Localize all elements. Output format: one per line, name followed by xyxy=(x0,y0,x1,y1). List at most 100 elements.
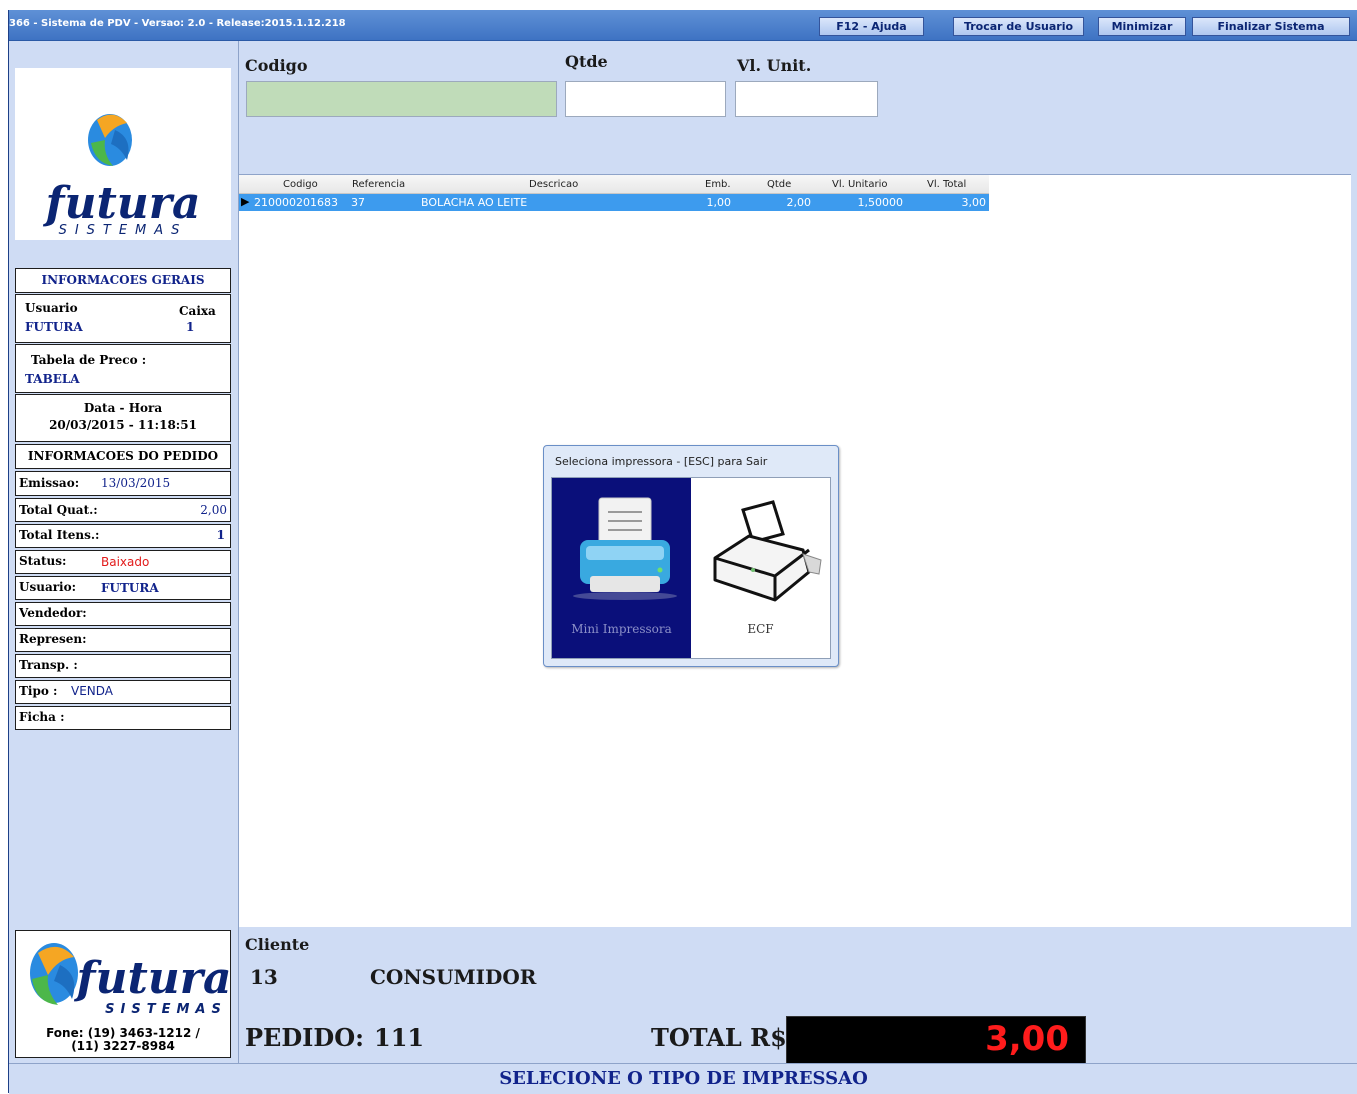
emission-row: Emissao: 13/03/2015 xyxy=(15,471,231,496)
cell-code: 210000201683 xyxy=(254,196,338,209)
order-user-label: Usuario: xyxy=(19,580,77,594)
cell-unit-price: 1,50000 xyxy=(857,196,904,209)
ecf-printer-icon xyxy=(713,500,822,602)
representative-row: Represen: xyxy=(15,628,231,652)
status-label: Status: xyxy=(19,554,67,568)
record-label: Ficha : xyxy=(19,710,65,724)
row-indicator-icon: ▶ xyxy=(241,195,250,208)
exit-system-button[interactable]: Finalizar Sistema xyxy=(1192,17,1350,36)
quantity-input[interactable] xyxy=(565,81,726,117)
mini-printer-label: Mini Impressora xyxy=(571,622,672,636)
type-row: Tipo : VENDA xyxy=(15,680,231,704)
column-header-total[interactable]: Vl. Total xyxy=(927,179,966,190)
total-items-label: Total Itens.: xyxy=(19,528,100,542)
order-info-header: INFORMACOES DO PEDIDO xyxy=(15,444,231,469)
item-entry-panel: Codigo Qtde Vl. Unit. xyxy=(239,41,1357,174)
order-user-value: FUTURA xyxy=(101,581,159,595)
user-box: Usuario FUTURA Caixa 1 xyxy=(15,294,231,343)
logo-wordmark: futura xyxy=(43,178,201,229)
column-header-reference[interactable]: Referencia xyxy=(352,179,405,190)
mini-printer-icon xyxy=(573,497,677,600)
total-quantity-row: Total Quat.: 2,00 xyxy=(15,498,231,522)
price-table-value: TABELA xyxy=(25,372,80,386)
emission-label: Emissao: xyxy=(19,476,80,490)
column-header-code[interactable]: Codigo xyxy=(283,179,318,190)
code-input[interactable] xyxy=(246,81,557,117)
ecf-option[interactable]: ECF xyxy=(691,478,830,658)
seller-label: Vendedor: xyxy=(19,606,87,620)
futura-logo-icon: futura SISTEMAS xyxy=(43,114,201,238)
price-table-label: Tabela de Preco : xyxy=(31,353,147,367)
quantity-label: Qtde xyxy=(565,52,608,71)
price-table-box: Tabela de Preco : TABELA xyxy=(15,344,231,393)
type-label: Tipo : xyxy=(19,684,58,698)
grid-header: Codigo Referencia Descricao Emb. Qtde Vl… xyxy=(239,175,989,194)
total-label: TOTAL R$ xyxy=(651,1023,787,1052)
carrier-row: Transp. : xyxy=(15,654,231,678)
bottom-panel: Cliente 13 CONSUMIDOR PEDIDO: 111 TOTAL … xyxy=(239,927,1357,1066)
order-number: 111 xyxy=(374,1023,425,1052)
cell-total: 3,00 xyxy=(961,196,987,209)
total-quantity-label: Total Quat.: xyxy=(19,503,98,517)
representative-label: Represen: xyxy=(19,632,87,646)
emission-value: 13/03/2015 xyxy=(101,476,171,490)
carrier-label: Transp. : xyxy=(19,658,78,672)
cell-description: BOLACHA AO LEITE xyxy=(421,196,528,209)
record-row: Ficha : xyxy=(15,706,231,730)
datetime-label: Data - Hora xyxy=(83,401,163,415)
window-title: 366 - Sistema de PDV - Versao: 2.0 - Rel… xyxy=(9,18,346,29)
client-name: CONSUMIDOR xyxy=(370,965,537,989)
phone-line-2: (11) 3227-8984 xyxy=(71,1039,175,1053)
unit-price-input[interactable] xyxy=(735,81,878,117)
general-info-header: INFORMACOES GERAIS xyxy=(15,268,231,293)
user-value: FUTURA xyxy=(25,320,83,334)
seller-row: Vendedor: xyxy=(15,602,231,626)
ecf-label: ECF xyxy=(747,622,774,636)
order-user-row: Usuario: FUTURA xyxy=(15,576,231,600)
column-header-packaging[interactable]: Emb. xyxy=(705,179,731,190)
switch-user-button[interactable]: Trocar de Usuario xyxy=(953,17,1084,36)
register-label: Caixa xyxy=(179,304,216,318)
footer-logo-wordmark: futura xyxy=(74,953,230,1004)
type-value: VENDA xyxy=(71,684,114,698)
client-label: Cliente xyxy=(245,935,310,954)
footer-logo-box: futura SISTEMAS Fone: (19) 3463-1212 / (… xyxy=(15,930,231,1058)
minimize-button[interactable]: Minimizar xyxy=(1098,17,1186,36)
client-code: 13 xyxy=(250,965,278,989)
column-header-unit-price[interactable]: Vl. Unitario xyxy=(832,179,887,190)
futura-footer-logo-icon: futura SISTEMAS xyxy=(30,943,230,1017)
help-button[interactable]: F12 - Ajuda xyxy=(819,17,924,36)
unit-price-label: Vl. Unit. xyxy=(737,56,812,75)
company-logo: futura SISTEMAS xyxy=(15,68,231,240)
status-bar: SELECIONE O TIPO DE IMPRESSAO xyxy=(9,1063,1357,1094)
datetime-value: 20/03/2015 - 11:18:51 xyxy=(49,418,197,432)
total-items-value: 1 xyxy=(216,528,225,542)
mini-printer-option[interactable]: Mini Impressora xyxy=(552,478,691,658)
total-display: 3,00 xyxy=(786,1016,1086,1066)
status-row: Status: Baixado xyxy=(15,550,231,574)
user-label: Usuario xyxy=(25,301,78,315)
pdv-window: 366 - Sistema de PDV - Versao: 2.0 - Rel… xyxy=(8,10,1357,1094)
total-quantity-value: 2,00 xyxy=(200,503,227,517)
total-value: 3,00 xyxy=(985,1019,1069,1059)
cell-reference: 37 xyxy=(351,196,365,209)
cell-packaging: 1,00 xyxy=(706,196,732,209)
title-bar: 366 - Sistema de PDV - Versao: 2.0 - Rel… xyxy=(9,10,1357,41)
status-message: SELECIONE O TIPO DE IMPRESSAO xyxy=(499,1068,868,1089)
dialog-title: Seleciona impressora - [ESC] para Sair xyxy=(555,455,768,468)
cell-quantity: 2,00 xyxy=(786,196,812,209)
left-panel: futura SISTEMAS INFORMACOES GERAIS Usuar… xyxy=(9,41,239,1063)
table-row[interactable]: ▶ 210000201683 37 BOLACHA AO LEITE 1,00 … xyxy=(239,194,989,211)
total-items-row: Total Itens.: 1 xyxy=(15,524,231,548)
logo-subtitle: SISTEMAS xyxy=(59,223,188,238)
datetime-box: Data - Hora 20/03/2015 - 11:18:51 xyxy=(15,394,231,442)
printer-select-dialog: Seleciona impressora - [ESC] para Sair M… xyxy=(543,445,839,667)
column-header-quantity[interactable]: Qtde xyxy=(767,179,791,190)
order-label: PEDIDO: xyxy=(245,1023,364,1052)
printer-options: Mini Impressora ECF xyxy=(551,477,831,659)
column-header-description[interactable]: Descricao xyxy=(529,179,578,190)
status-value: Baixado xyxy=(101,555,150,569)
register-value: 1 xyxy=(186,320,195,334)
code-label: Codigo xyxy=(245,56,308,75)
phone-info: Fone: (19) 3463-1212 / (11) 3227-8984 xyxy=(16,1027,230,1053)
